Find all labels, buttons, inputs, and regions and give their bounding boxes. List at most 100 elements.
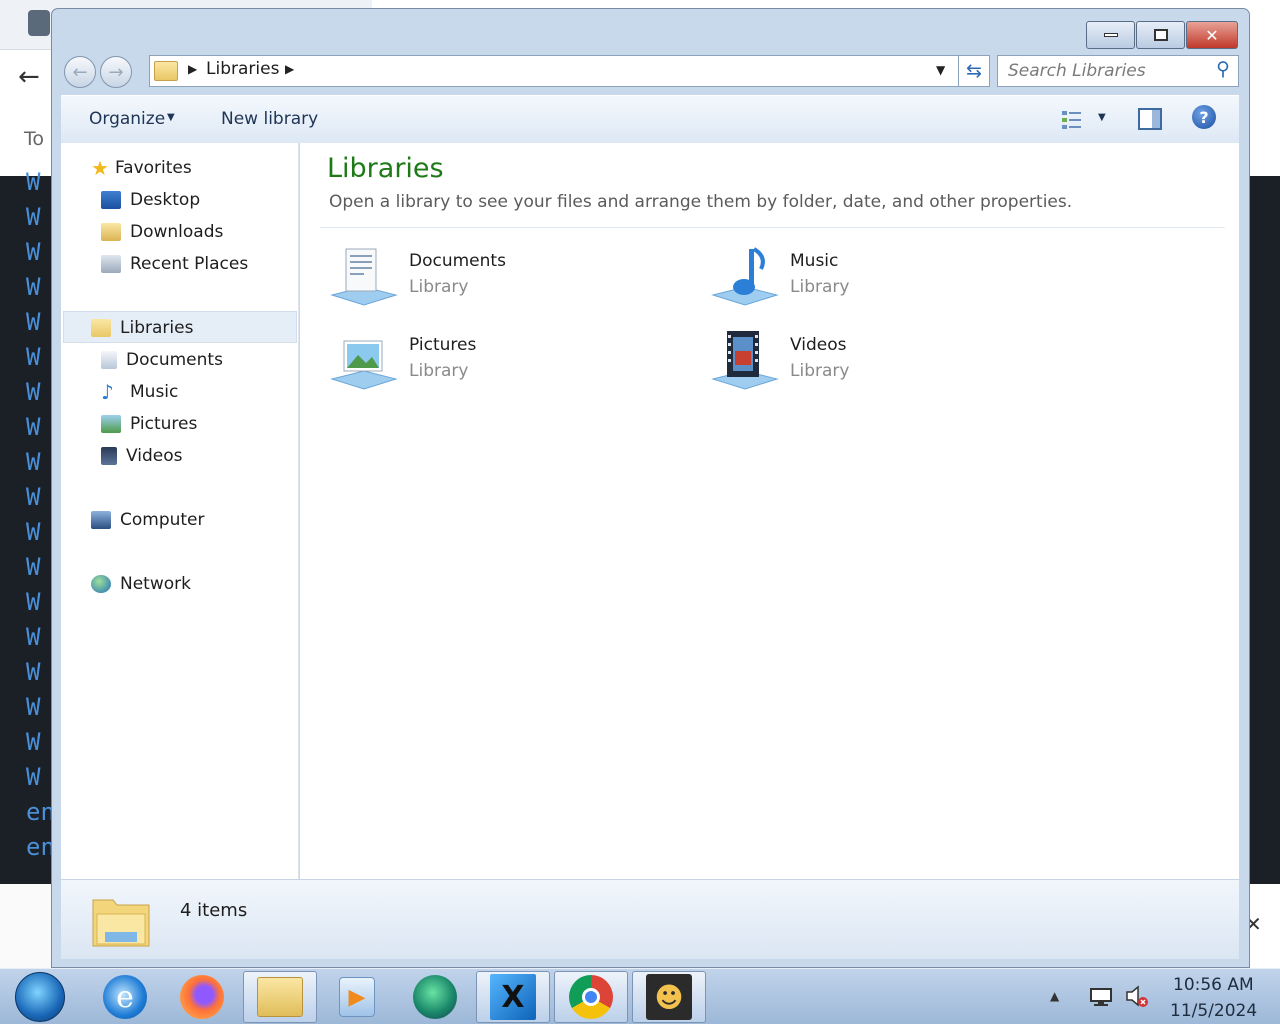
clock-time[interactable]: 10:56 AM: [1173, 975, 1254, 995]
app-green-icon: [413, 975, 457, 1019]
background-letter: W: [26, 238, 41, 266]
libraries-folder-icon: [91, 319, 111, 337]
taskbar-windows-explorer[interactable]: [243, 971, 317, 1023]
network-status-icon[interactable]: [1088, 985, 1114, 1007]
divider: [320, 227, 1225, 228]
title-bar[interactable]: ✕: [52, 9, 1249, 57]
address-bar[interactable]: ▶ Libraries ▶ ▼: [149, 55, 987, 87]
background-back-arrow-icon[interactable]: ←: [18, 62, 40, 92]
back-button[interactable]: ←: [64, 56, 96, 88]
show-hidden-icons-icon[interactable]: ▲: [1050, 989, 1059, 1003]
breadcrumb-chevron-icon[interactable]: ▶: [188, 62, 197, 76]
library-tile-music[interactable]: Music Library: [709, 243, 1049, 317]
nav-item-music[interactable]: ♪ Music: [101, 377, 178, 407]
network-globe-icon: [91, 575, 111, 593]
nav-libraries[interactable]: Libraries: [91, 313, 193, 343]
nav-item-recent-places[interactable]: Recent Places: [101, 249, 248, 279]
taskbar-internet-explorer[interactable]: e: [88, 971, 162, 1023]
background-letter: W: [26, 273, 41, 301]
nav-item-videos[interactable]: Videos: [101, 441, 183, 471]
library-tile-pictures[interactable]: Pictures Library: [328, 327, 668, 401]
back-arrow-icon: ←: [72, 61, 88, 83]
breadcrumb-libraries[interactable]: Libraries: [206, 59, 279, 79]
close-icon: ✕: [1205, 25, 1219, 45]
search-icon[interactable]: ⚲: [1216, 58, 1230, 80]
volume-muted-icon[interactable]: [1124, 983, 1150, 1009]
background-letter: W: [26, 728, 41, 756]
library-name: Pictures: [409, 335, 477, 355]
preview-pane-icon[interactable]: [1138, 108, 1162, 130]
library-name: Documents: [409, 251, 506, 271]
details-pane: 4 items: [61, 879, 1239, 959]
background-to-label: To: [24, 128, 45, 150]
refresh-button[interactable]: ⇆: [958, 55, 990, 87]
background-letter: W: [26, 623, 41, 651]
background-letter: W: [26, 763, 41, 791]
new-library-button[interactable]: New library: [221, 109, 318, 129]
nav-item-label: Desktop: [130, 190, 201, 210]
nav-item-label: Documents: [126, 350, 223, 370]
background-letter: W: [26, 378, 41, 406]
computer-icon: [91, 511, 111, 529]
taskbar-media-player[interactable]: ▶: [320, 971, 394, 1023]
background-letter: W: [26, 553, 41, 581]
change-view-icon[interactable]: [1061, 110, 1083, 130]
libraries-folder-icon: [92, 899, 150, 947]
command-bar: Organize ▼ New library ▼ ?: [61, 95, 1239, 143]
organize-dropdown-icon[interactable]: ▼: [167, 112, 175, 123]
nav-item-label: Downloads: [130, 222, 224, 242]
navigation-pane: ★ Favorites Desktop Downloads Recent Pla…: [61, 143, 299, 879]
explorer-window: ✕ ← → ▶ Libraries ▶ ▼ ⇆ Search Libraries…: [51, 8, 1250, 968]
taskbar-text-editor[interactable]: X: [476, 971, 550, 1023]
star-icon: ★: [91, 156, 109, 180]
library-tile-videos[interactable]: Videos Library: [709, 327, 1049, 401]
music-icon: [711, 247, 779, 306]
clock-date[interactable]: 11/5/2024: [1170, 1001, 1257, 1021]
breadcrumb-chevron-icon[interactable]: ▶: [285, 62, 294, 76]
view-options-dropdown-icon[interactable]: ▼: [1098, 112, 1106, 123]
nav-item-desktop[interactable]: Desktop: [101, 185, 200, 215]
nav-item-label: Recent Places: [130, 254, 249, 274]
nav-item-pictures[interactable]: Pictures: [101, 409, 197, 439]
taskbar-app-green[interactable]: [398, 971, 472, 1023]
close-button[interactable]: ✕: [1186, 21, 1238, 49]
recent-places-icon: [101, 255, 121, 273]
nav-computer[interactable]: Computer: [91, 505, 205, 535]
music-note-icon: ♪: [101, 380, 114, 404]
nav-favorites-label: Favorites: [114, 158, 192, 178]
minimize-icon: [1103, 33, 1118, 37]
page-subtitle: Open a library to see your files and arr…: [329, 192, 1073, 212]
taskbar-chrome[interactable]: [554, 971, 628, 1023]
chrome-icon: [569, 975, 613, 1019]
taskbar-firefox[interactable]: [165, 971, 239, 1023]
background-right-dark-panel: [1250, 176, 1280, 884]
forward-button[interactable]: →: [100, 56, 132, 88]
game-app-icon: ☻: [646, 974, 692, 1020]
organize-button[interactable]: Organize: [89, 109, 165, 129]
refresh-icon: ⇆: [966, 60, 982, 82]
maximize-button[interactable]: [1136, 21, 1185, 49]
background-letter: W: [26, 448, 41, 476]
windows-explorer-icon: [257, 977, 303, 1017]
taskbar-game-app[interactable]: ☻: [632, 971, 706, 1023]
minimize-button[interactable]: [1086, 21, 1135, 49]
page-title: Libraries: [327, 153, 444, 184]
search-input[interactable]: Search Libraries ⚲: [997, 55, 1239, 87]
library-tile-documents[interactable]: Documents Library: [328, 243, 668, 317]
background-letter: W: [26, 168, 41, 196]
nav-network-label: Network: [120, 574, 191, 594]
address-history-dropdown-icon[interactable]: ▼: [936, 63, 945, 77]
internet-explorer-icon: e: [103, 975, 147, 1019]
documents-icon: [330, 248, 398, 306]
nav-network[interactable]: Network: [91, 569, 191, 599]
background-letter: W: [26, 413, 41, 441]
help-icon[interactable]: ?: [1192, 105, 1216, 129]
background-right-strip: [1250, 0, 1280, 176]
nav-libraries-label: Libraries: [120, 318, 194, 338]
search-placeholder: Search Libraries: [1008, 61, 1146, 81]
nav-item-downloads[interactable]: Downloads: [101, 217, 223, 247]
content-pane: Libraries Open a library to see your fil…: [300, 143, 1239, 879]
start-button[interactable]: [12, 971, 68, 1023]
nav-favorites[interactable]: ★ Favorites: [91, 153, 192, 183]
nav-item-documents[interactable]: Documents: [101, 345, 223, 375]
